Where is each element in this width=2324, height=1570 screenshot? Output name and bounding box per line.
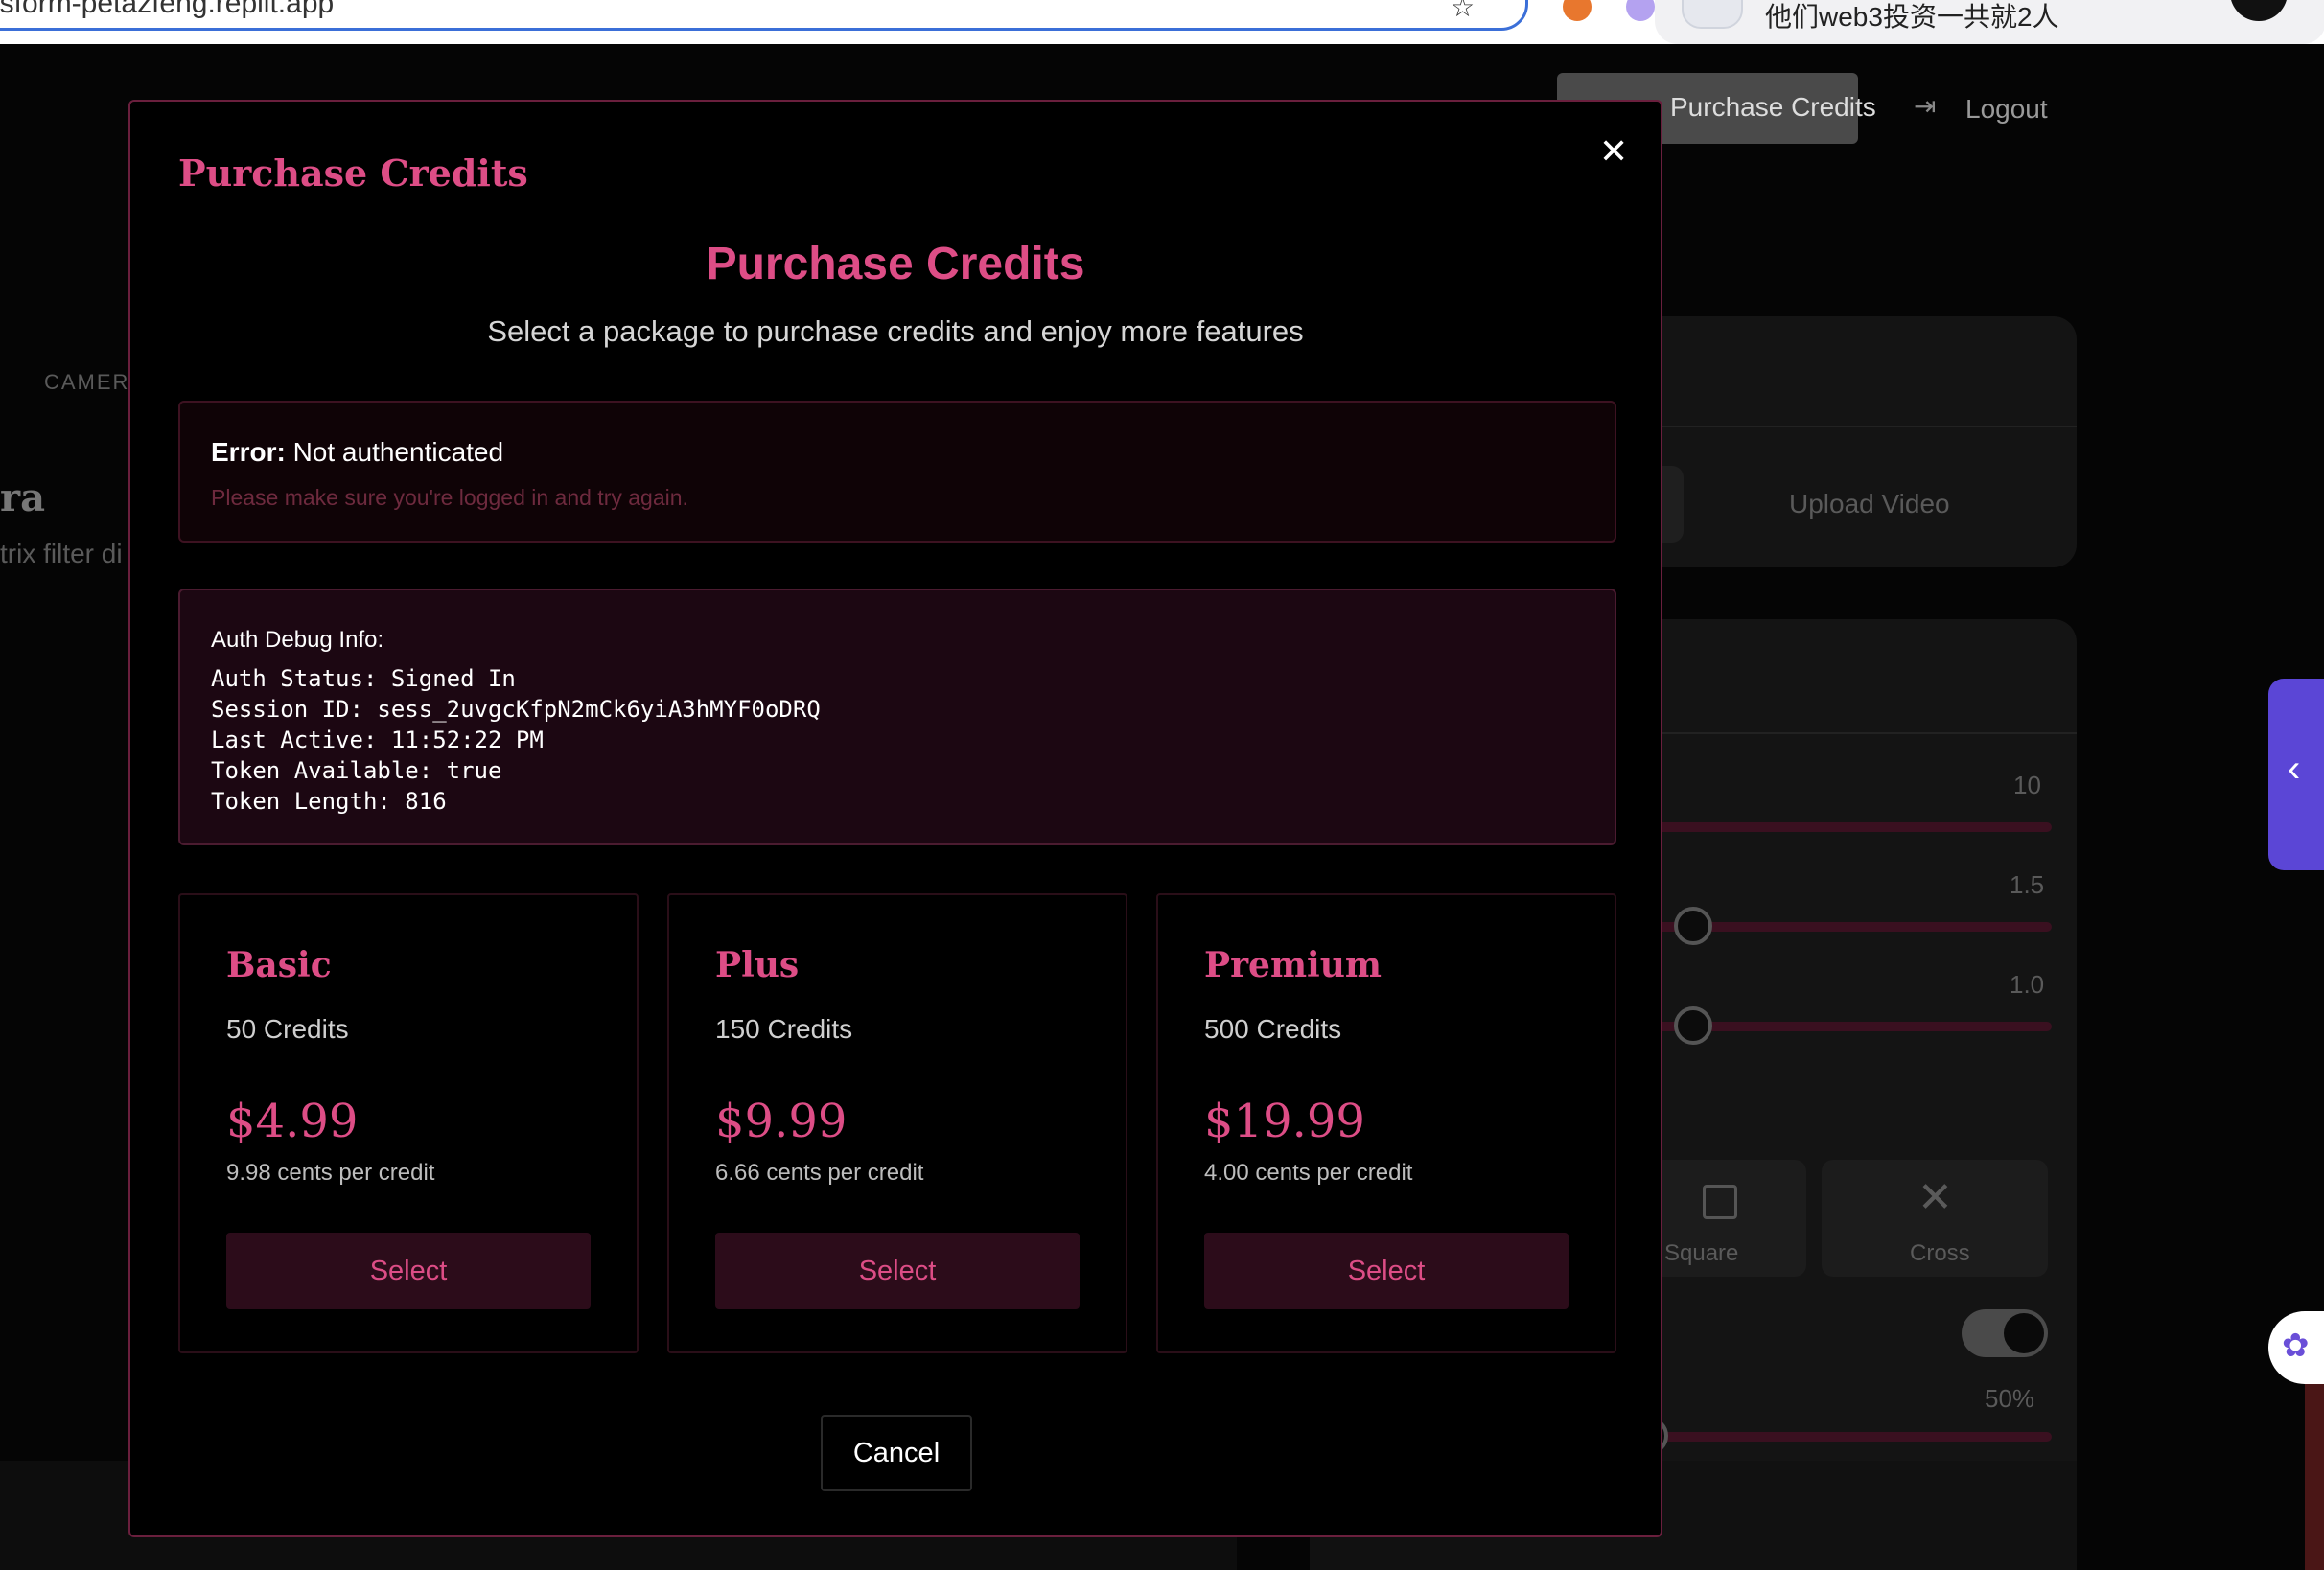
package-card-plus: Plus 150 Credits $9.99 6.66 cents per cr… bbox=[667, 893, 1127, 1353]
error-alert: Error: Not authenticated Please make sur… bbox=[178, 401, 1616, 543]
package-per-credit: 4.00 cents per credit bbox=[1204, 1160, 1413, 1186]
package-price: $4.99 bbox=[226, 1095, 359, 1148]
package-price: $19.99 bbox=[1204, 1095, 1365, 1148]
notification-text: 他们web3投资一共就2人 bbox=[1765, 2, 2059, 32]
slider-knob-3[interactable] bbox=[1674, 1006, 1712, 1045]
debug-lines: Auth Status: Signed In Session ID: sess_… bbox=[211, 663, 821, 817]
bg-description-fragment: trix filter di bbox=[0, 539, 123, 568]
debug-line-auth-status: Auth Status: Signed In bbox=[211, 665, 516, 692]
side-panel-tab[interactable]: ‹ bbox=[2268, 679, 2324, 870]
debug-line-token-available: Token Available: true bbox=[211, 757, 502, 784]
package-card-basic: Basic 50 Credits $4.99 9.98 cents per cr… bbox=[178, 893, 639, 1353]
error-message: Not authenticated bbox=[292, 437, 504, 467]
error-label: Error: bbox=[211, 437, 286, 467]
package-name: Basic bbox=[226, 945, 332, 985]
package-credits: 500 Credits bbox=[1204, 1014, 1342, 1044]
purchase-credits-modal: Purchase Credits ✕ Purchase Credits Sele… bbox=[128, 100, 1662, 1537]
bookmark-star-icon[interactable]: ☆ bbox=[1451, 0, 1475, 23]
slider-knob-2[interactable] bbox=[1674, 907, 1712, 945]
notification-popup[interactable]: 他们web3投资一共就2人 bbox=[1655, 0, 2324, 44]
logout-icon[interactable]: ⇥ bbox=[1914, 90, 1936, 122]
package-name: Premium bbox=[1204, 945, 1382, 985]
purchase-heading: Purchase Credits bbox=[706, 239, 1085, 289]
modal-title: Purchase Credits bbox=[178, 151, 528, 195]
select-premium-button[interactable]: Select bbox=[1204, 1233, 1569, 1309]
select-basic-button[interactable]: Select bbox=[226, 1233, 591, 1309]
select-plus-button[interactable]: Select bbox=[715, 1233, 1080, 1309]
settings-panel: 10 1.5 1.0 Square ✕ Cross 50% 5 bbox=[1630, 619, 2077, 1570]
nav-purchase-credits-label: Purchase Credits bbox=[1670, 92, 1876, 122]
address-bar-url: nsform-petazfeng.replit.app bbox=[0, 0, 335, 19]
package-price: $9.99 bbox=[715, 1095, 848, 1148]
upload-panel: Upload Video bbox=[1630, 316, 2077, 567]
nav-logout-label[interactable]: Logout bbox=[1965, 94, 2048, 125]
extension-icon[interactable] bbox=[1626, 0, 1655, 21]
cross-label: Cross bbox=[1910, 1240, 1970, 1266]
debug-line-last-active: Last Active: 11:52:22 PM bbox=[211, 727, 544, 753]
auth-debug-panel: Auth Debug Info: Auth Status: Signed In … bbox=[178, 589, 1616, 845]
cross-option[interactable]: ✕ Cross bbox=[1822, 1160, 2048, 1277]
setting-value-4: 50% bbox=[1985, 1384, 2035, 1413]
setting-value-1: 10 bbox=[2013, 771, 2041, 799]
package-name: Plus bbox=[715, 945, 800, 985]
package-card-premium: Premium 500 Credits $19.99 4.00 cents pe… bbox=[1156, 893, 1616, 1353]
brain-icon: ✿ bbox=[2282, 1328, 2310, 1364]
notification-avatar bbox=[1682, 0, 1743, 29]
purchase-subheading: Select a package to purchase credits and… bbox=[487, 314, 1304, 348]
close-icon[interactable]: ✕ bbox=[1599, 134, 1628, 169]
notification-app-icon bbox=[2230, 0, 2288, 21]
browser-toolbar: nsform-petazfeng.replit.app ☆ 他们web3投资一共… bbox=[0, 0, 2324, 44]
upload-video-tab[interactable]: Upload Video bbox=[1789, 489, 1950, 519]
slider-track-1[interactable] bbox=[1630, 822, 2052, 832]
assistant-bubble[interactable]: ✿ bbox=[2268, 1311, 2324, 1384]
setting-value-2: 1.5 bbox=[2010, 870, 2045, 899]
error-message-line: Error: Not authenticated bbox=[211, 437, 503, 468]
chevron-left-icon: ‹ bbox=[2288, 748, 2301, 790]
cross-icon: ✕ bbox=[1917, 1174, 1953, 1221]
bg-edge-strip bbox=[2305, 1384, 2324, 1570]
setting-value-3: 1.0 bbox=[2010, 970, 2045, 999]
package-credits: 150 Credits bbox=[715, 1014, 853, 1044]
square-label: Square bbox=[1664, 1240, 1739, 1266]
debug-line-token-length: Token Length: 816 bbox=[211, 788, 447, 815]
package-per-credit: 6.66 cents per credit bbox=[715, 1160, 924, 1186]
package-per-credit: 9.98 cents per credit bbox=[226, 1160, 435, 1186]
square-icon bbox=[1703, 1185, 1737, 1219]
toggle-switch[interactable] bbox=[1962, 1309, 2048, 1357]
package-credits: 50 Credits bbox=[226, 1014, 349, 1044]
debug-line-session-id: Session ID: sess_2uvgcKfpN2mCk6yiA3hMYF0… bbox=[211, 696, 821, 723]
debug-title: Auth Debug Info: bbox=[211, 627, 384, 653]
extension-fox-icon[interactable] bbox=[1563, 0, 1592, 21]
camera-section-label: CAMER bbox=[44, 370, 130, 394]
bg-heading-fragment: ra bbox=[0, 475, 45, 520]
slider-track-4[interactable] bbox=[1630, 1432, 2052, 1442]
page: Purchase Credits ⇥ Logout CAMER ra trix … bbox=[0, 0, 2324, 1570]
cancel-button[interactable]: Cancel bbox=[821, 1415, 972, 1491]
address-bar[interactable]: nsform-petazfeng.replit.app ☆ bbox=[0, 0, 1528, 31]
error-hint: Please make sure you're logged in and tr… bbox=[211, 485, 688, 510]
